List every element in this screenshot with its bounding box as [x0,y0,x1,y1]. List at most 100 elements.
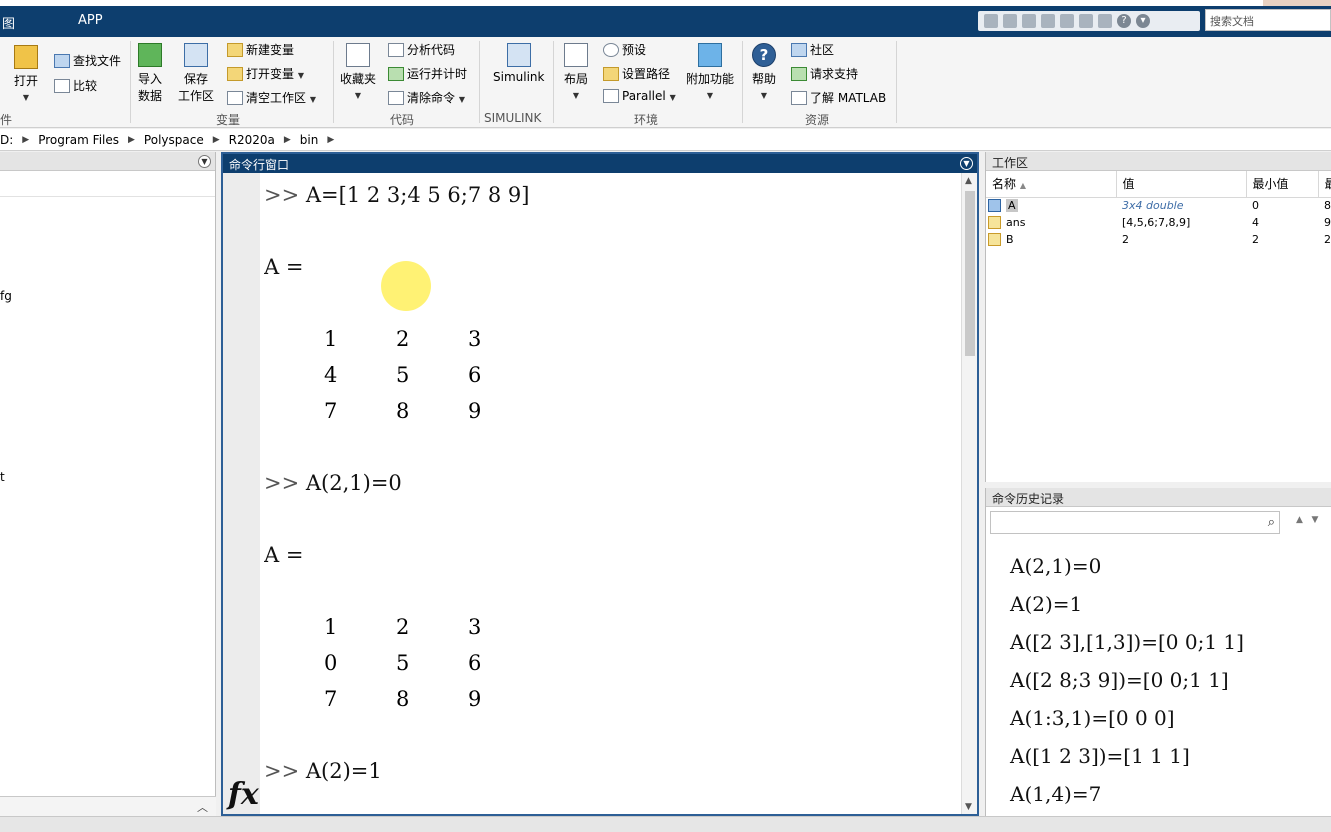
workspace-row[interactable]: B 2 2 2 [986,231,1331,248]
open-variable-button[interactable]: 打开变量 ▼ [227,65,304,82]
breadcrumb-arrow-icon[interactable]: ▶ [128,135,135,145]
history-item[interactable]: A([2 3],[1,3])=[0 0;1 1] [1010,630,1244,654]
dropdown-caret-icon: ▼ [22,93,30,102]
search-docs-input[interactable]: 搜索文档 [1205,9,1331,31]
fx-function-browser-icon[interactable]: fx [228,777,259,812]
switch-windows-icon[interactable] [1098,14,1112,28]
workspace-title: 工作区 [986,152,1331,171]
simulink-button[interactable]: Simulink [493,43,544,84]
help-button[interactable]: ? 帮助 ▼ [752,43,776,101]
community-label: 社区 [810,43,835,57]
output-label: A = [264,543,304,567]
history-nav-arrows-icon[interactable]: ▲ ▼ [1296,515,1318,525]
breadcrumb-program-files[interactable]: Program Files [38,133,119,147]
workspace-row[interactable]: ans [4,5,6;7,8,9] 4 9 [986,214,1331,231]
set-path-button[interactable]: 设置路径 [603,65,670,82]
open-button[interactable]: 打开 ▼ [14,45,38,103]
details-toggle-bar[interactable]: ︿ [0,796,216,816]
options-icon[interactable]: ▾ [1136,14,1150,28]
group-label-environment: 环境 [634,113,659,127]
column-header-value[interactable]: 值 [1116,171,1247,198]
current-folder-column-header [0,171,215,197]
column-header-name[interactable]: 名称 ▲ [986,171,1117,198]
command-output[interactable]: >> A=[1 2 3;4 5 6;7 8 9] A = 1 2 3 4 5 6 7 8 9 >… [264,173,959,814]
parallel-button[interactable]: Parallel ▼ [603,89,676,103]
import-data-button[interactable]: 导入 数据 [138,43,162,104]
quick-access-toolbar: ? ▾ [978,11,1200,31]
matrix-variable-icon [988,233,1001,246]
current-folder-header: ▼ [0,152,215,171]
paste-icon[interactable] [1041,14,1055,28]
matrix-cell: 9 [468,687,482,711]
history-item[interactable]: A(2,1)=0 [1010,554,1101,578]
new-variable-label: 新建变量 [246,43,295,57]
history-item[interactable]: A(2)=1 [1010,592,1082,616]
find-files-label: 查找文件 [73,54,122,68]
save-icon[interactable] [984,14,998,28]
variable-min: 4 [1252,216,1259,229]
chevron-up-icon[interactable]: ︿ [197,799,208,815]
history-item[interactable]: A(1:3,1)=[0 0 0] [1010,706,1175,730]
favorites-button[interactable]: 收藏夹 ▼ [340,43,376,101]
breadcrumb-bin[interactable]: bin [300,133,319,147]
column-header-min[interactable]: 最小值 [1246,171,1319,198]
tab-view[interactable]: 图 [2,13,15,32]
panel-options-icon[interactable]: ▼ [198,155,211,168]
support-label: 请求支持 [810,67,859,81]
command-window-header: 命令行窗口 ▼ [223,154,977,173]
matrix-cell: 1 [324,615,338,639]
save-workspace-button[interactable]: 保存 工作区 [178,43,214,104]
learn-matlab-button[interactable]: 了解 MATLAB [791,89,886,106]
find-files-button[interactable]: 查找文件 [54,52,121,69]
breadcrumb-r2020a[interactable]: R2020a [229,133,275,147]
file-list-item[interactable]: fg [0,289,12,303]
scrollbar-thumb[interactable] [965,191,975,356]
support-icon [791,67,807,81]
scroll-down-icon[interactable]: ▼ [965,802,972,812]
variable-name-text: B [1006,233,1014,246]
history-item[interactable]: A(1,4)=7 [1010,782,1101,806]
breadcrumb-arrow-icon[interactable]: ▶ [284,135,291,145]
analyze-code-button[interactable]: 分析代码 [388,41,455,58]
breadcrumb-polyspace[interactable]: Polyspace [144,133,204,147]
compare-button[interactable]: 比较 [54,77,97,94]
new-variable-button[interactable]: 新建变量 [227,41,294,58]
preferences-button[interactable]: 预设 [603,41,646,58]
file-list-item[interactable]: t [0,470,5,484]
breadcrumb-arrow-icon[interactable]: ▶ [213,135,220,145]
run-and-time-button[interactable]: 运行并计时 [388,65,467,82]
copy-icon[interactable] [1022,14,1036,28]
variable-value: 2 [1122,233,1129,246]
history-item[interactable]: A([1 2 3])=[1 1 1] [1010,744,1190,768]
tab-app[interactable]: APP [78,13,103,28]
community-button[interactable]: 社区 [791,41,834,58]
breadcrumb-arrow-icon[interactable]: ▶ [22,135,29,145]
help-icon[interactable]: ? [1117,14,1131,28]
clear-commands-button[interactable]: 清除命令 ▼ [388,89,465,106]
variable-max: 2 [1324,233,1331,246]
dropdown-caret-icon: ▼ [297,71,304,80]
clear-workspace-button[interactable]: 清空工作区 ▼ [227,89,316,106]
addons-button[interactable]: 附加功能 ▼ [686,43,734,101]
variable-name: A [986,197,1116,214]
breadcrumb-arrow-icon[interactable]: ▶ [327,135,334,145]
import-arrow-icon [138,43,162,67]
history-item[interactable]: A([2 8;3 9])=[0 0;1 1] [1010,668,1229,692]
breadcrumb-drive[interactable]: D: [0,133,13,147]
folder-icon [14,45,38,69]
matrix-cell: 7 [324,687,338,711]
workspace-row[interactable]: A 3x4 double 0 8 [986,197,1331,214]
cut-icon[interactable] [1003,14,1017,28]
request-support-button[interactable]: 请求支持 [791,65,858,82]
open-variable-icon [227,67,243,81]
command-window-scrollbar[interactable]: ▲ ▼ [961,173,977,814]
save-workspace-icon [184,43,208,67]
scroll-up-icon[interactable]: ▲ [965,176,972,186]
command-line: >> A(2,1)=0 [264,471,402,495]
undo-icon[interactable] [1060,14,1074,28]
column-header-max[interactable]: 最 [1318,171,1331,198]
layout-button[interactable]: 布局 ▼ [564,43,588,101]
redo-icon[interactable] [1079,14,1093,28]
history-filter-input[interactable]: ⌕ [990,511,1280,534]
panel-options-icon[interactable]: ▼ [960,157,973,170]
